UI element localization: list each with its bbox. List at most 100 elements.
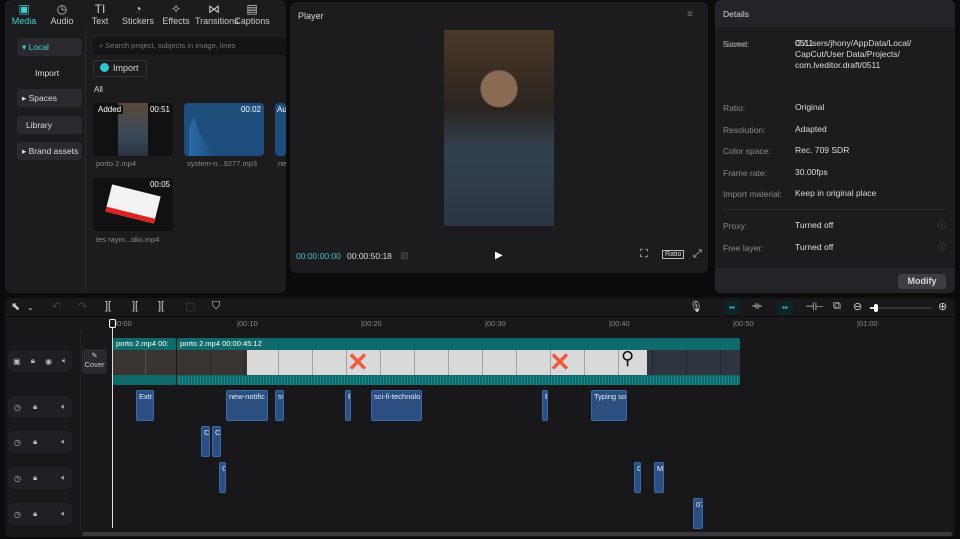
media-name: system-n...9277.mp3 — [187, 159, 258, 168]
split-icon[interactable]: ][ — [105, 300, 111, 312]
tab-media[interactable]: ▣ Media — [5, 0, 43, 30]
audio-icon[interactable]: 🔈︎ — [61, 437, 66, 447]
help-icon[interactable]: ⓘ — [938, 242, 946, 253]
zoom-out-icon[interactable]: ⊖ — [853, 300, 862, 313]
audio-clip[interactable]: 07 — [693, 498, 703, 529]
zoom-in-icon[interactable]: ⊕ — [938, 300, 947, 313]
help-icon[interactable]: ⓘ — [938, 220, 946, 231]
audio-clip[interactable]: C — [634, 462, 641, 493]
play-button[interactable]: ▶ — [495, 250, 503, 261]
audio-clip[interactable]: E — [345, 390, 351, 421]
media-item[interactable]: 00:05 — [93, 178, 173, 231]
audio-icon[interactable]: 🔈︎ — [61, 473, 66, 483]
video-clip[interactable]: porto 2.mp4 00: — [113, 338, 176, 385]
horizontal-scrollbar[interactable] — [82, 532, 952, 536]
fullscreen-icon[interactable]: ⤢ — [693, 248, 702, 261]
audio-icon[interactable]: 🔈︎ — [61, 509, 66, 519]
lock-icon[interactable]: 🔒︎ — [33, 402, 37, 412]
audio-clip[interactable]: Typing so — [591, 390, 627, 421]
audio-clip[interactable]: C — [219, 462, 226, 493]
edit-icon: ✎ — [91, 351, 98, 360]
lock-icon[interactable]: 🔒︎ — [33, 437, 37, 447]
microphone-icon[interactable]: 🎙 — [689, 300, 703, 313]
select-tool-icon[interactable]: ⬉ — [11, 300, 20, 313]
audio-icon[interactable]: 🔈︎ — [62, 356, 67, 366]
tab-transitions[interactable]: ⋈ Transitions — [195, 0, 239, 30]
media-item[interactable]: Added 00:51 — [93, 103, 173, 156]
audio-track-icon: ◷ — [13, 509, 21, 519]
filter-all[interactable]: All — [94, 85, 103, 94]
import-button[interactable]: Import — [93, 60, 147, 77]
linkage-toggle[interactable]: ▪▪ — [777, 301, 793, 315]
tab-label: Stickers — [121, 16, 154, 26]
audio-clip[interactable]: Cl — [201, 426, 210, 457]
x-mark-icon: ✕ — [347, 347, 369, 377]
zoom-slider[interactable] — [870, 304, 932, 312]
eye-icon[interactable]: ◉ — [45, 357, 52, 366]
details-header — [715, 0, 955, 27]
lock-icon[interactable]: 🔒︎ — [33, 473, 37, 483]
duration: 00:02 — [240, 105, 261, 114]
video-thumbnail — [105, 184, 161, 224]
lock-icon[interactable]: 🔒︎ — [31, 356, 35, 366]
audio-clip[interactable]: sv — [275, 390, 284, 421]
tab-text[interactable]: TI Text — [81, 0, 119, 30]
import-label: Import — [113, 63, 139, 73]
preview-axis-icon[interactable]: ⊣⊢ — [805, 300, 824, 313]
audio-clip[interactable]: Extra — [136, 390, 154, 421]
timeline-grid-icon[interactable]: ▥ — [400, 250, 409, 261]
details-divider — [723, 209, 947, 210]
audio-clip[interactable]: E — [542, 390, 548, 421]
delete-icon[interactable]: ▢ — [185, 300, 195, 313]
split-right-icon[interactable]: ][ — [158, 300, 164, 312]
ratio-button[interactable]: Ratio — [662, 250, 685, 259]
clip-label: sci-fi-technolo — [374, 392, 421, 401]
media-name: ne — [278, 159, 286, 168]
stickers-icon: ◔ — [134, 2, 142, 16]
marker-icon[interactable]: ⛉ — [212, 300, 220, 313]
zoom-fit-icon[interactable]: ⛶ — [640, 248, 648, 261]
clip-label: M — [657, 464, 664, 473]
split-left-icon[interactable]: ][ — [132, 300, 138, 312]
clip-label: C — [637, 464, 640, 473]
lock-icon[interactable]: 🔒︎ — [33, 509, 37, 519]
sidebar-item-brand-assets[interactable]: ▸ Brand assets — [17, 142, 82, 160]
detail-value: C:/Users/jhony/AppData/Local/ CapCut/Use… — [795, 38, 912, 70]
search-input[interactable]: ⌕ Search project, subjects in image, lin… — [93, 37, 286, 55]
menu-icon[interactable]: ≡ — [687, 9, 693, 20]
sidebar-item-spaces[interactable]: ▸ Spaces — [17, 89, 82, 107]
tab-effects[interactable]: ✧ Effects — [157, 0, 195, 30]
playhead[interactable] — [109, 319, 116, 528]
detail-value: 30.00fps — [795, 167, 828, 177]
audio-clip[interactable]: M — [654, 462, 664, 493]
main-track-magnet-toggle[interactable]: ▪▪ — [724, 301, 740, 315]
undo-icon[interactable]: ↶ — [52, 300, 61, 313]
modify-button[interactable]: Modify — [898, 274, 946, 289]
tab-audio[interactable]: ◷ Audio — [43, 0, 81, 30]
sidebar-item-local[interactable]: ▾ Local — [17, 38, 82, 56]
chevron-down-icon[interactable]: ⌄ — [27, 303, 34, 312]
media-item[interactable]: Au — [275, 103, 286, 156]
detail-label: Color space: — [723, 146, 771, 156]
player-panel: Player ≡ 00:00:00:00 00:00:50:18 ▥ ▶ ⛶ R… — [290, 2, 708, 273]
zoom-slider-handle[interactable] — [874, 304, 879, 312]
tab-captions[interactable]: ▤ Captions — [233, 0, 271, 30]
sidebar-item-library[interactable]: Library — [17, 116, 82, 134]
magnifier-icon: ⚲ — [621, 348, 635, 368]
details-panel: Details Name: 0511 Saved: C:/Users/jhony/Ap… — [715, 0, 955, 293]
tab-label: Audio — [50, 16, 74, 26]
redo-icon[interactable]: ↷ — [78, 300, 87, 313]
audio-icon[interactable]: 🔈︎ — [61, 402, 66, 412]
media-item[interactable]: 00:02 — [184, 103, 264, 156]
thumbnail-icon[interactable]: ⧉ — [833, 300, 841, 313]
audio-clip[interactable]: sci-fi-technolo — [371, 390, 422, 421]
audio-track-icon: ◷ — [13, 437, 21, 447]
tab-stickers[interactable]: ◔ Stickers — [119, 0, 157, 30]
detail-label: Saved: — [723, 39, 750, 49]
cover-button[interactable]: ✎ Cover — [82, 349, 107, 374]
auto-snap-icon[interactable]: ⟛ — [752, 300, 762, 313]
audio-clip[interactable]: Cl — [212, 426, 221, 457]
video-clip[interactable]: porto 2.mp4 00:00:45:12 ✕ ✕ ⚲ — [177, 338, 740, 385]
audio-clip[interactable]: new-notific — [226, 390, 268, 421]
sidebar-item-import[interactable]: Import — [17, 64, 82, 82]
